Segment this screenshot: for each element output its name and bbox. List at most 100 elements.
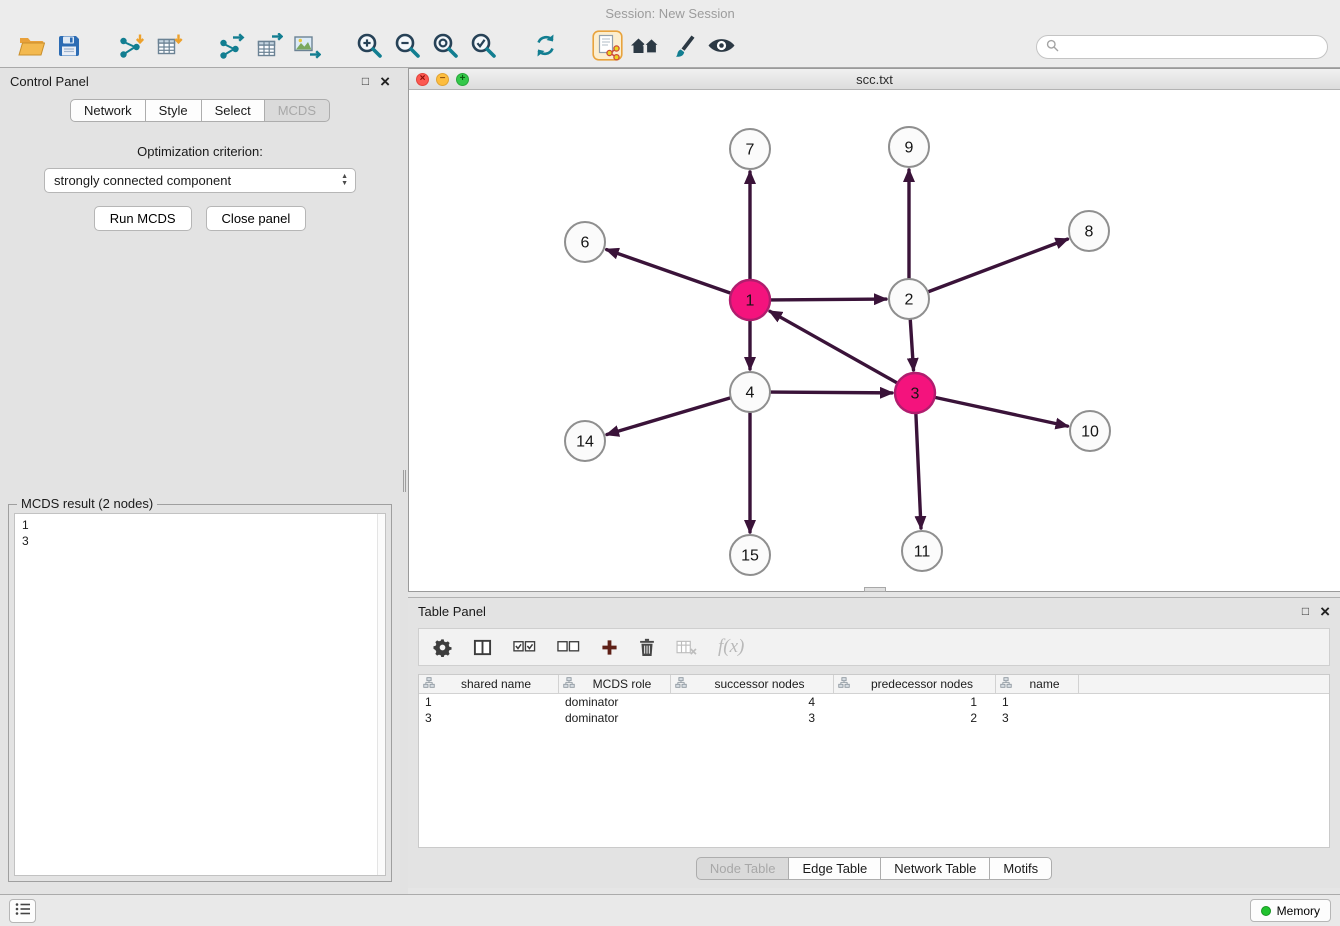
- graph-edge-2-3[interactable]: [910, 320, 913, 370]
- column-header-successor-nodes[interactable]: successor nodes: [671, 675, 834, 693]
- refresh-layout-button[interactable]: [526, 30, 564, 64]
- svg-text:10: 10: [1081, 424, 1099, 441]
- graph-node-15[interactable]: 15: [730, 535, 770, 575]
- tab-select[interactable]: Select: [201, 99, 265, 122]
- zoom-fit-button[interactable]: [426, 30, 464, 64]
- tab-style[interactable]: Style: [145, 99, 202, 122]
- graph-node-10[interactable]: 10: [1070, 411, 1110, 451]
- gear-icon[interactable]: [433, 638, 452, 657]
- eye-icon: [707, 36, 736, 58]
- add-icon[interactable]: [601, 639, 618, 656]
- graph-node-4[interactable]: 4: [730, 372, 770, 412]
- window-controls: ×−+: [416, 73, 469, 86]
- optimization-criterion-select[interactable]: strongly connected component ▲▼: [44, 168, 356, 193]
- close-panel-button[interactable]: Close panel: [206, 206, 307, 231]
- graph-node-7[interactable]: 7: [730, 129, 770, 169]
- eye-button[interactable]: [702, 30, 740, 64]
- memory-label: Memory: [1277, 904, 1320, 918]
- result-scrollbar-track[interactable]: [377, 514, 385, 875]
- control-panel: Control Panel □ × NetworkStyleSelectMCDS…: [0, 68, 400, 894]
- graph-node-6[interactable]: 6: [565, 222, 605, 262]
- document-network-button[interactable]: [588, 30, 626, 64]
- close-panel-icon[interactable]: ×: [380, 73, 390, 90]
- double-home-button[interactable]: [626, 30, 664, 64]
- panel-splitter[interactable]: [400, 68, 408, 894]
- list-icon: [15, 902, 31, 919]
- graph-edge-3-10[interactable]: [936, 398, 1068, 427]
- import-network-icon: [118, 33, 145, 62]
- double-home-icon: [630, 34, 660, 61]
- window-titlebar[interactable]: Session: New Session: [0, 0, 1340, 27]
- right-area: scc.txt ×−+ 7968124310141511 Table Panel…: [408, 68, 1340, 894]
- application-window: Session: New Session Control Panel □ × N…: [0, 0, 1340, 926]
- graph-node-1[interactable]: 1: [730, 280, 770, 320]
- minimize-window-button[interactable]: −: [436, 73, 449, 86]
- mcds-result-list[interactable]: 13: [14, 513, 386, 876]
- close-table-panel-icon[interactable]: ×: [1320, 603, 1330, 620]
- svg-text:4: 4: [746, 385, 755, 402]
- tab-network[interactable]: Network: [70, 99, 146, 122]
- show-panels-button[interactable]: [9, 899, 36, 923]
- graph-edge-3-1[interactable]: [770, 311, 897, 382]
- zoom-window-button[interactable]: +: [456, 73, 469, 86]
- graph-node-2[interactable]: 2: [889, 279, 929, 319]
- tab-edge-table[interactable]: Edge Table: [788, 857, 881, 880]
- tab-mcds[interactable]: MCDS: [264, 99, 330, 122]
- graph-node-11[interactable]: 11: [902, 531, 942, 571]
- import-table-button[interactable]: [150, 30, 188, 64]
- close-window-button[interactable]: ×: [416, 73, 429, 86]
- graph-edge-1-6[interactable]: [607, 250, 731, 293]
- function-builder-icon: f(x): [718, 636, 744, 658]
- export-network-button[interactable]: [212, 30, 250, 64]
- table-row[interactable]: 1dominator411: [419, 694, 1329, 710]
- open-folder-button[interactable]: [12, 30, 50, 64]
- tab-node-table[interactable]: Node Table: [696, 857, 790, 880]
- clear-selection-icon[interactable]: [557, 640, 580, 654]
- search-box[interactable]: [1036, 35, 1328, 59]
- network-window-title: scc.txt: [409, 72, 1340, 87]
- network-window-titlebar[interactable]: scc.txt ×−+: [409, 69, 1340, 90]
- graph-edge-2-8[interactable]: [929, 239, 1068, 292]
- split-panel-icon[interactable]: [473, 638, 492, 657]
- tab-network-table[interactable]: Network Table: [880, 857, 990, 880]
- window-resize-grip[interactable]: [864, 587, 886, 592]
- float-panel-icon[interactable]: □: [362, 75, 369, 87]
- graph-edge-1-2[interactable]: [771, 299, 886, 300]
- network-canvas[interactable]: 7 9 6 8 1 2 4 3 10 14 15 11: [409, 90, 1340, 591]
- graph-node-14[interactable]: 14: [565, 421, 605, 461]
- paintbrush-button[interactable]: [664, 30, 702, 64]
- column-header-shared-name[interactable]: shared name: [419, 675, 559, 693]
- save-session-button[interactable]: [50, 30, 88, 64]
- run-mcds-button[interactable]: Run MCDS: [94, 206, 192, 231]
- main-area: Control Panel □ × NetworkStyleSelectMCDS…: [0, 68, 1340, 894]
- column-header-predecessor-nodes[interactable]: predecessor nodes: [834, 675, 996, 693]
- memory-button[interactable]: Memory: [1250, 899, 1331, 922]
- delete-icon[interactable]: [639, 638, 655, 657]
- zoom-selected-button[interactable]: [464, 30, 502, 64]
- column-type-icon: [838, 677, 850, 691]
- zoom-in-button[interactable]: [350, 30, 388, 64]
- export-table-button[interactable]: [250, 30, 288, 64]
- graph-node-9[interactable]: 9: [889, 127, 929, 167]
- graph-edge-4-14[interactable]: [607, 398, 730, 435]
- table-row[interactable]: 3dominator323: [419, 710, 1329, 726]
- control-panel-title: Control Panel: [10, 74, 89, 89]
- column-header-name[interactable]: name: [996, 675, 1079, 693]
- table-cell: 1: [996, 695, 1079, 709]
- export-table-icon: [256, 33, 283, 62]
- import-network-button[interactable]: [112, 30, 150, 64]
- svg-text:2: 2: [905, 292, 914, 309]
- svg-text:15: 15: [741, 548, 759, 565]
- select-all-icon[interactable]: [513, 640, 536, 654]
- graph-edge-3-11[interactable]: [916, 414, 921, 528]
- column-header-mcds-role[interactable]: MCDS role: [559, 675, 671, 693]
- graph-edge-4-3[interactable]: [771, 392, 892, 393]
- control-panel-spacer: [0, 231, 400, 504]
- tab-motifs[interactable]: Motifs: [989, 857, 1052, 880]
- export-image-button[interactable]: [288, 30, 326, 64]
- graph-node-3[interactable]: 3: [895, 373, 935, 413]
- zoom-out-button[interactable]: [388, 30, 426, 64]
- float-table-panel-icon[interactable]: □: [1302, 605, 1309, 617]
- graph-node-8[interactable]: 8: [1069, 211, 1109, 251]
- search-input[interactable]: [1065, 40, 1318, 55]
